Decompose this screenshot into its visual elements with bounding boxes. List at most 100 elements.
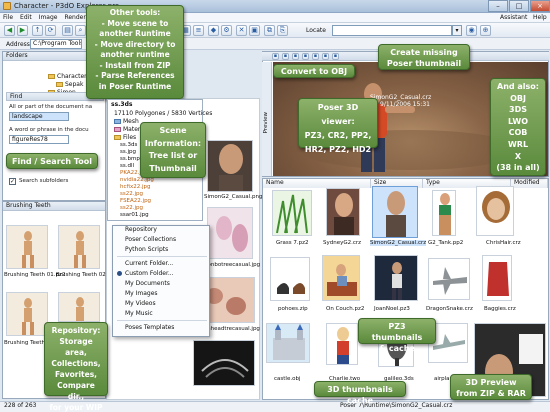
list-thumb[interactable] — [266, 323, 310, 363]
ctx-my-images[interactable]: My Images — [125, 290, 158, 297]
scene-file-item[interactable]: ss22.jpg — [120, 191, 143, 197]
callout-line: - Install from ZIP — [99, 60, 171, 70]
brushing-thumb-2[interactable] — [58, 225, 100, 269]
scene-file-item[interactable]: ssar01.jpg — [120, 212, 149, 218]
callout-repository: Repository: Storage area, Collections, F… — [44, 322, 108, 412]
callout-line: Collections, — [51, 359, 101, 368]
forward-icon[interactable]: ▶ — [17, 25, 28, 36]
menu-file[interactable]: File — [3, 14, 13, 21]
up-folder-icon[interactable]: ↑ — [32, 25, 43, 36]
menu-help[interactable]: Help — [533, 14, 547, 21]
preview-tool-icon[interactable]: ▪ — [302, 53, 309, 60]
find-name-input[interactable]: landscape — [9, 112, 69, 121]
menu-render[interactable]: Render — [64, 14, 85, 21]
preview-tool-icon[interactable]: ▪ — [272, 53, 279, 60]
scene-file-item[interactable]: ss22.jpg — [120, 205, 143, 211]
brushing-thumb-3[interactable] — [6, 292, 48, 336]
paste-icon[interactable]: ⎘ — [277, 25, 288, 36]
details-view-icon[interactable]: ≡ — [193, 25, 204, 36]
scene-file-item[interactable]: ss.jpg — [120, 149, 136, 155]
list-caption: Grass 7.pz2 — [276, 240, 309, 246]
preview-tool-icon[interactable]: ▪ — [312, 53, 319, 60]
list-thumb[interactable] — [432, 190, 456, 236]
middle-thumb-simon[interactable] — [207, 140, 253, 192]
list-thumb[interactable] — [428, 258, 470, 300]
delete-icon[interactable]: ✕ — [236, 25, 247, 36]
refresh-icon[interactable]: ⟳ — [45, 25, 56, 36]
ctx-python-scripts[interactable]: Python Scripts — [125, 246, 168, 253]
middle-thumb-texture-1[interactable] — [207, 207, 253, 259]
maximize-button[interactable]: □ — [509, 0, 529, 12]
ctx-my-documents[interactable]: My Documents — [125, 280, 170, 287]
column-name[interactable]: Name — [263, 179, 371, 188]
callout-poser-viewer: Poser 3D viewer: PZ3, CR2, PP2, HR2, PZ2… — [298, 98, 378, 154]
callout-line: Tree list or — [148, 151, 198, 160]
scene-file-item[interactable]: ss.bmp — [120, 156, 140, 162]
column-modified[interactable]: Modified — [511, 179, 548, 188]
callout-line: HR2, PZ2, HD2 — [304, 145, 372, 154]
tree-item-character[interactable]: Character — [48, 73, 87, 80]
brushing-thumb-4[interactable] — [58, 292, 100, 322]
callout-line: PZ3, CR2, PP2, — [304, 131, 372, 140]
scene-file-item[interactable]: FSEA22.jpg — [120, 198, 151, 204]
callout-convert-obj: Convert to OBJ — [273, 64, 355, 78]
address-input[interactable]: C:\Program Tools — [30, 39, 82, 49]
ctx-poses-templates[interactable]: Poses Templates — [125, 324, 174, 331]
minimize-button[interactable]: – — [488, 0, 508, 12]
menu-image[interactable]: Image — [39, 14, 58, 21]
folder-icon — [48, 74, 55, 79]
ctx-my-music[interactable]: My Music — [125, 310, 153, 317]
callout-line: OBJ — [510, 93, 526, 103]
middle-thumb-texture-3[interactable] — [193, 340, 255, 386]
scene-node-mesh[interactable]: Mesh — [114, 118, 139, 125]
subfolders-checkbox[interactable]: ✓ — [9, 178, 16, 185]
ctx-custom-folder[interactable]: Custom Folder... — [125, 270, 174, 277]
preview-tool-icon[interactable]: ▪ — [282, 53, 289, 60]
ctx-repository[interactable]: Repository — [125, 226, 157, 233]
locate-dropdown-icon[interactable]: ▾ — [452, 25, 462, 36]
preview-tool-icon[interactable]: ▪ — [322, 53, 329, 60]
list-thumb[interactable] — [326, 323, 358, 365]
search-icon[interactable]: ⌕ — [75, 25, 86, 36]
status-count: 228 of 263 — [4, 402, 37, 409]
preview-tool-icon[interactable]: ▪ — [332, 53, 339, 60]
scene-node-files[interactable]: Files — [114, 134, 136, 141]
find-phrase-input[interactable]: figureRes78 — [9, 135, 69, 144]
ctx-poser-collections[interactable]: Poser Collections — [125, 236, 176, 243]
list-thumb-selected[interactable] — [372, 186, 418, 238]
copy-icon[interactable]: ⧉ — [264, 25, 275, 36]
menu-edit[interactable]: Edit — [20, 14, 32, 21]
settings-icon[interactable]: ⚙ — [221, 25, 232, 36]
list-thumb[interactable] — [322, 255, 360, 301]
list-thumb[interactable] — [482, 255, 512, 301]
ctx-current-folder[interactable]: Current Folder... — [125, 260, 173, 267]
list-thumb[interactable] — [476, 186, 514, 236]
menu-assistant[interactable]: Assistant — [500, 14, 527, 21]
tree-label: Character — [57, 73, 87, 80]
locate-input[interactable] — [332, 25, 452, 36]
list-thumb[interactable] — [270, 257, 310, 301]
preview-side-tab[interactable]: Preview — [262, 62, 272, 176]
tree-item-sepak[interactable]: Sepak — [56, 81, 83, 88]
web-icon[interactable]: ◉ — [466, 25, 477, 36]
mesh-icon — [114, 119, 121, 124]
list-caption: castle.obj — [274, 376, 301, 382]
properties-icon[interactable]: ▣ — [249, 25, 260, 36]
list-thumb[interactable] — [272, 190, 312, 236]
scene-file-item[interactable]: ss.3ds — [120, 142, 137, 148]
brushing-thumb-1[interactable] — [6, 225, 48, 269]
scene-file-item[interactable]: ss.dll — [120, 163, 134, 169]
zoom-icon[interactable]: ⊕ — [480, 25, 491, 36]
close-button[interactable]: × — [530, 0, 550, 12]
render-icon[interactable]: ◆ — [208, 25, 219, 36]
scene-file[interactable]: ss.3ds — [111, 101, 132, 108]
preview-tool-icon[interactable]: ▪ — [292, 53, 299, 60]
scene-file-item[interactable]: hcfix22.jpg — [120, 184, 151, 190]
ctx-my-videos[interactable]: My Videos — [125, 300, 156, 307]
folders-view-icon[interactable]: ▤ — [62, 25, 73, 36]
locate-label: Locate — [306, 27, 326, 34]
back-icon[interactable]: ◀ — [4, 25, 15, 36]
list-thumb[interactable] — [374, 255, 418, 301]
list-thumb[interactable] — [326, 188, 360, 236]
callout-line: - Parse References — [95, 71, 175, 80]
